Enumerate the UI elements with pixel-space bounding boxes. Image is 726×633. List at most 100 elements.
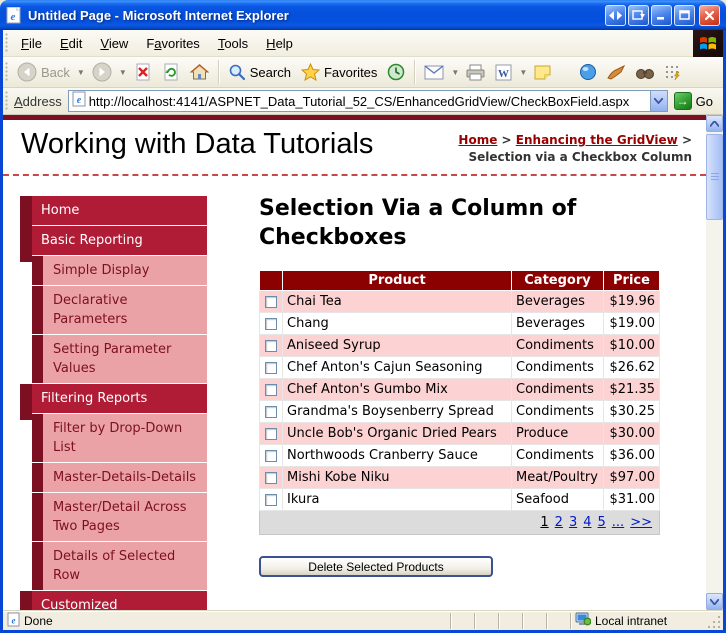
row-checkbox[interactable]: [265, 296, 277, 308]
pager-link[interactable]: 5: [598, 515, 606, 530]
forward-button[interactable]: [87, 59, 117, 85]
close-button[interactable]: [699, 5, 720, 26]
mail-icon: [424, 65, 444, 80]
pager-link[interactable]: 4: [583, 515, 591, 530]
page-content: Working with Data Tutorials Home > Enhan…: [3, 115, 706, 610]
menubar-grip[interactable]: [5, 33, 9, 53]
toolbar-grip[interactable]: [5, 62, 9, 82]
refresh-button[interactable]: [157, 60, 185, 84]
sidebar-item[interactable]: Filter by Drop-Down List: [43, 414, 207, 462]
address-input[interactable]: http://localhost:4141/ASPNET_Data_Tutori…: [89, 94, 650, 109]
maximize-button[interactable]: [674, 5, 695, 26]
status-pane: [474, 613, 498, 629]
mail-dropdown-arrow[interactable]: ▼: [449, 68, 461, 77]
menu-item[interactable]: Tools: [209, 31, 257, 56]
svg-text:W: W: [498, 68, 509, 80]
product-cell: Chef Anton's Gumbo Mix: [283, 379, 512, 401]
row-checkbox[interactable]: [265, 318, 277, 330]
status-pane: [546, 613, 570, 629]
go-button[interactable]: → Go: [668, 90, 719, 112]
address-combo: e http://localhost:4141/ASPNET_Data_Tuto…: [68, 90, 668, 112]
detach-window-button[interactable]: [628, 5, 649, 26]
sidebar-item[interactable]: Home: [32, 196, 207, 225]
addressbar-grip[interactable]: [5, 91, 9, 111]
row-checkbox[interactable]: [265, 340, 277, 352]
messenger-button[interactable]: [574, 60, 602, 84]
resize-grip[interactable]: [708, 614, 723, 630]
sidebar-item-label: Master/Detail Across Two Pages: [53, 500, 187, 534]
home-button[interactable]: [185, 60, 214, 84]
price-cell: $30.25: [604, 401, 660, 423]
menu-bar: File Edit View Favorites Tools Help: [3, 30, 723, 57]
print-button[interactable]: [461, 61, 490, 84]
scrollbar-thumb[interactable]: [706, 134, 723, 220]
sidebar-item[interactable]: Simple Display: [43, 256, 207, 285]
checkbox-cell: [260, 423, 283, 445]
row-checkbox[interactable]: [265, 450, 277, 462]
scroll-up-button[interactable]: [706, 115, 723, 132]
product-row: Chai Tea Beverages $19.96: [260, 291, 660, 313]
site-title: Working with Data Tutorials: [21, 128, 373, 161]
sidebar-item[interactable]: Basic Reporting: [32, 226, 207, 255]
menu-item[interactable]: View: [91, 31, 137, 56]
edit-with-word-button[interactable]: W: [490, 61, 517, 84]
breadcrumb-link-section[interactable]: Enhancing the GridView: [516, 133, 678, 147]
pager-link[interactable]: >>: [630, 515, 652, 530]
messenger-sync-button[interactable]: [659, 61, 686, 84]
menu-item[interactable]: File: [12, 31, 51, 56]
menu-item[interactable]: Favorites: [137, 31, 208, 56]
product-row: Chef Anton's Gumbo Mix Condiments $21.35: [260, 379, 660, 401]
products-gridview: Product Category Price Chai Tea Beverage…: [259, 270, 660, 535]
forward-dropdown-arrow[interactable]: ▼: [117, 68, 129, 77]
row-checkbox[interactable]: [265, 362, 277, 374]
back-button[interactable]: Back: [12, 59, 75, 85]
minimize-button[interactable]: [651, 5, 672, 26]
product-cell: Ikura: [283, 489, 512, 511]
discuss-button[interactable]: [529, 61, 556, 83]
search-button[interactable]: Search: [223, 60, 296, 84]
sidebar-item[interactable]: Details of Selected Row: [43, 542, 207, 590]
pager-current-page: 1: [540, 515, 548, 530]
category-cell: Meat/Poultry: [512, 467, 604, 489]
breadcrumb: Home > Enhancing the GridView > Selectio…: [458, 128, 692, 166]
pan-arrows-button[interactable]: [605, 5, 626, 26]
category-cell: Condiments: [512, 401, 604, 423]
paint-button[interactable]: [602, 62, 631, 83]
vertical-scrollbar[interactable]: [706, 115, 723, 610]
row-checkbox[interactable]: [265, 406, 277, 418]
mail-button[interactable]: [419, 62, 449, 83]
scroll-down-button[interactable]: [706, 593, 723, 610]
sidebar-item[interactable]: Declarative Parameters: [43, 286, 207, 334]
row-checkbox[interactable]: [265, 472, 277, 484]
favorites-button[interactable]: Favorites: [296, 60, 382, 84]
product-row: Mishi Kobe Niku Meat/Poultry $97.00: [260, 467, 660, 489]
toolbar-separator: [414, 60, 415, 84]
stop-button[interactable]: [129, 60, 157, 84]
sidebar-item-label: Declarative Parameters: [53, 293, 127, 327]
pager-link[interactable]: 2: [555, 515, 563, 530]
history-button[interactable]: [382, 60, 410, 84]
sidebar-item[interactable]: Customized Formatting: [32, 591, 207, 610]
pager-link[interactable]: 3: [569, 515, 577, 530]
row-checkbox[interactable]: [265, 494, 277, 506]
edit-dropdown-arrow[interactable]: ▼: [517, 68, 529, 77]
breadcrumb-link-home[interactable]: Home: [458, 133, 497, 147]
window-title: Untitled Page - Microsoft Internet Explo…: [28, 8, 605, 23]
pager-cell: 12345... >>: [260, 511, 660, 535]
sidebar-item[interactable]: Setting Parameter Values: [43, 335, 207, 383]
menu-item[interactable]: Edit: [51, 31, 91, 56]
back-dropdown-arrow[interactable]: ▼: [75, 68, 87, 77]
sidebar-item[interactable]: Master-Details-Details: [43, 463, 207, 492]
menu-item[interactable]: Help: [257, 31, 302, 56]
pager-link[interactable]: ...: [612, 515, 624, 530]
brush-icon: [607, 65, 626, 80]
sidebar-item[interactable]: Filtering Reports: [32, 384, 207, 413]
sidebar-item[interactable]: Master/Detail Across Two Pages: [43, 493, 207, 541]
product-row: Northwoods Cranberry Sauce Condiments $3…: [260, 445, 660, 467]
address-dropdown-button[interactable]: [650, 91, 667, 111]
row-checkbox[interactable]: [265, 428, 277, 440]
research-button[interactable]: [631, 62, 659, 83]
delete-selected-products-button[interactable]: Delete Selected Products: [259, 556, 493, 577]
category-cell: Condiments: [512, 445, 604, 467]
row-checkbox[interactable]: [265, 384, 277, 396]
